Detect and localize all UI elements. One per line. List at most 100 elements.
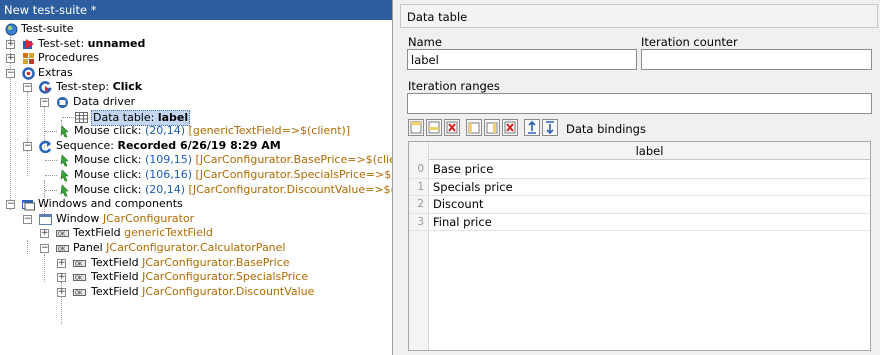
tree-node-procedures[interactable]: + Procedures [0,51,392,66]
collapse-icon[interactable]: − [23,214,32,224]
tree-node-label: Procedures [38,51,99,65]
collapse-icon[interactable]: − [23,83,32,93]
tree-node-mouse-click[interactable]: Mouse click: (109,15) [JCarConfigurator.… [0,153,392,168]
node-prefix: Mouse click: [74,153,145,167]
tree-node-data-driver[interactable]: − Data driver [0,95,392,110]
table-row[interactable]: 1 Specials price [409,179,870,196]
expand-icon[interactable]: + [6,39,15,49]
column-header-label[interactable]: label [429,142,870,160]
component-name: JCarConfigurator [102,211,195,225]
name-input[interactable] [407,49,637,70]
svg-text:OK: OK [75,276,83,282]
table-row[interactable]: 0 Base price [409,161,870,179]
iteration-ranges-input[interactable] [407,93,872,114]
row-index: 0 [417,163,424,175]
tree-node-sequence[interactable]: − Sequence: Recorded 6/26/19 8:29 AM [0,139,392,154]
node-prefix: TextField [91,255,143,269]
tree-title: New test-suite * [4,3,97,17]
collapse-icon[interactable]: − [6,68,15,78]
move-up-icon [528,120,536,134]
windows-icon [22,198,35,211]
insert-row-after-icon [428,121,440,134]
tree-node-textfield[interactable]: + OK TextField JCarConfigurator.Discount… [0,285,392,300]
tree-connector [62,116,74,118]
tree-connector [45,160,57,162]
testset-icon [22,38,35,51]
tree-node-data-table[interactable]: Data table: label [0,109,392,127]
data-bindings-table[interactable]: label 0 Base price 1 Specials price 2 Di… [408,141,871,351]
name-label: Name [408,35,442,49]
click-coords: (20,14) [144,124,186,138]
data-driver-icon [56,96,69,109]
tree-node-label: Test-suite [21,22,74,35]
edit-column-button[interactable] [484,119,500,136]
panel-title: Data table [407,10,468,24]
expand-icon[interactable]: + [57,273,66,283]
expand-icon[interactable]: + [57,287,66,297]
insert-column-button[interactable] [466,119,482,136]
panel-title-bar: Data table [400,4,878,28]
panel-icon: OK [56,242,69,255]
procedures-icon [22,52,35,65]
table-row[interactable]: 2 Discount [409,196,870,214]
insert-column-icon [468,122,480,134]
collapse-icon[interactable]: − [23,141,32,151]
tree-node-label: Data driver [73,94,136,108]
expand-icon[interactable]: + [6,54,15,64]
tree-node-testset[interactable]: + Test-set: unnamed [0,37,392,52]
sequence-name: Recorded 6/26/19 8:29 AM [117,138,281,152]
move-up-button[interactable] [524,119,540,136]
data-table-icon [75,111,88,124]
expand-icon[interactable]: + [40,229,49,239]
collapse-icon[interactable]: − [40,97,49,107]
svg-text:OK: OK [58,232,66,238]
tree-node-textfield[interactable]: + OK TextField JCarConfigurator.BasePric… [0,256,392,271]
tree-node-panel[interactable]: − OK Panel JCarConfigurator.CalculatorPa… [0,241,392,256]
testset-name: unnamed [87,36,146,50]
tree-node-mouse-click[interactable]: Mouse click: (20,14) [genericTextField=>… [0,124,392,139]
textfield-icon: OK [73,257,86,270]
test-suite-tree[interactable]: Test-suite + Test-set: unnamed + Procedu… [0,20,392,324]
table-cell[interactable]: Specials price [433,179,513,196]
tree-node-mouse-click[interactable]: Mouse click: (106,16) [JCarConfigurator.… [0,168,392,183]
table-cell[interactable]: Base price [433,161,493,178]
tree-node-textfield[interactable]: + OK TextField genericTextField [0,226,392,241]
delete-row-button[interactable] [444,119,460,136]
insert-row-after-button[interactable] [426,119,442,136]
tree-node-window[interactable]: − Window JCarConfigurator [0,212,392,227]
row-index: 2 [417,198,424,210]
tree-node-suite[interactable]: Test-suite [0,22,392,37]
delete-column-button[interactable] [502,119,518,136]
node-prefix: TextField [91,270,143,284]
tree-node-windows[interactable]: − Windows and components [0,197,392,212]
insert-row-button[interactable] [408,119,424,136]
tree-node-teststep[interactable]: − Test-step: Click [0,80,392,95]
collapse-icon[interactable]: − [6,200,15,210]
tree-connector [45,174,57,176]
table-cell[interactable]: Final price [433,214,492,231]
click-coords: (106,16) [144,167,193,181]
node-prefix: Panel [73,240,107,254]
row-index: 3 [417,215,424,228]
collapse-icon[interactable]: − [40,243,49,253]
move-down-button[interactable] [542,119,558,136]
component-name: JCarConfigurator.DiscountValue [142,284,315,298]
node-prefix: Test-set: [38,36,88,50]
tree-node-extras[interactable]: − Extras [0,66,392,81]
suite-icon [5,23,18,36]
insert-row-icon [410,121,422,134]
table-row[interactable]: 3 Final price [409,214,870,231]
table-cell[interactable]: Discount [433,196,484,213]
tree-node-mouse-click[interactable]: Mouse click: (20,14) [JCarConfigurator.D… [0,183,392,198]
textfield-icon: OK [73,286,86,299]
node-prefix: TextField [73,226,125,240]
tree-connector [45,131,57,133]
component-name: JCarConfigurator.SpecialsPrice [142,270,309,284]
tree-node-textfield[interactable]: + OK TextField JCarConfigurator.Specials… [0,270,392,285]
iteration-counter-input[interactable] [641,49,872,70]
click-coords: (20,14) [144,182,186,196]
node-prefix: Mouse click: [74,124,145,138]
click-target: [JCarConfigurator.BasePrice=>$(client [192,153,393,167]
expand-icon[interactable]: + [57,258,66,268]
node-prefix: TextField [91,284,143,298]
